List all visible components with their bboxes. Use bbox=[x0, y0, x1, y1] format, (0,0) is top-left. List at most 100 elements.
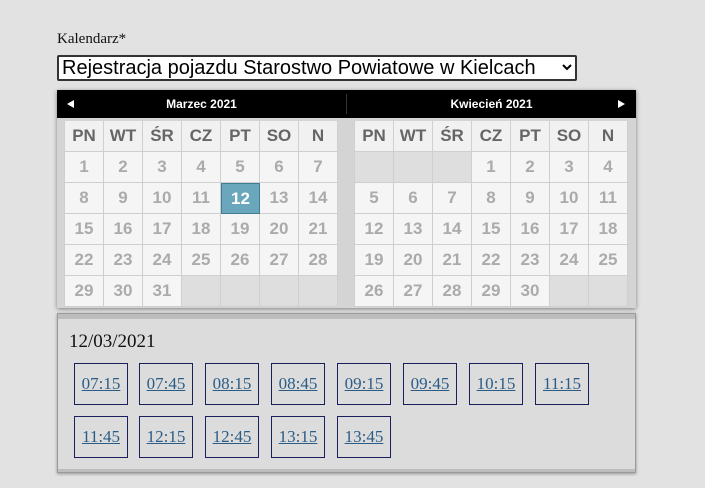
day-cell[interactable]: 5 bbox=[221, 152, 260, 183]
time-slot-button[interactable]: 12:45 bbox=[205, 416, 259, 458]
day-cell[interactable]: 3 bbox=[550, 152, 589, 183]
weekday-header: PN bbox=[355, 121, 394, 152]
day-cell[interactable]: 2 bbox=[511, 152, 550, 183]
day-cell[interactable]: 30 bbox=[104, 276, 143, 307]
datepicker: Marzec 2021 Kwiecień 2021 PN WT ŚR CZ PT SO N 1… bbox=[57, 90, 636, 308]
day-cell[interactable]: 14 bbox=[433, 214, 472, 245]
empty-day-cell bbox=[355, 152, 394, 183]
day-cell[interactable]: 17 bbox=[143, 214, 182, 245]
time-slots-panel: 12/03/2021 07:15 07:45 08:15 08:45 09:15 09:4… bbox=[57, 313, 636, 473]
day-cell[interactable]: 10 bbox=[143, 183, 182, 214]
day-cell[interactable]: 20 bbox=[260, 214, 299, 245]
day-cell[interactable]: 30 bbox=[511, 276, 550, 307]
empty-day-cell bbox=[221, 276, 260, 307]
day-cell[interactable]: 31 bbox=[143, 276, 182, 307]
weekday-header: ŚR bbox=[143, 121, 182, 152]
day-cell[interactable]: 2 bbox=[104, 152, 143, 183]
day-cell[interactable]: 12 bbox=[355, 214, 394, 245]
day-cell[interactable]: 8 bbox=[472, 183, 511, 214]
time-slot-button[interactable]: 08:45 bbox=[271, 363, 325, 405]
month-title-april: Kwiecień 2021 bbox=[450, 97, 533, 111]
weekday-header: WT bbox=[394, 121, 433, 152]
weekday-header: CZ bbox=[182, 121, 221, 152]
day-cell[interactable]: 6 bbox=[394, 183, 433, 214]
day-cell[interactable]: 25 bbox=[589, 245, 628, 276]
day-cell[interactable]: 5 bbox=[355, 183, 394, 214]
triangle-right-icon bbox=[618, 100, 625, 108]
day-cell[interactable]: 26 bbox=[221, 245, 260, 276]
time-slot-button[interactable]: 07:45 bbox=[139, 363, 193, 405]
next-month-button[interactable] bbox=[613, 90, 633, 118]
time-slot-button[interactable]: 08:15 bbox=[205, 363, 259, 405]
day-cell[interactable]: 13 bbox=[260, 183, 299, 214]
day-cell[interactable]: 19 bbox=[355, 245, 394, 276]
time-slot-button[interactable]: 11:15 bbox=[535, 363, 589, 405]
day-cell[interactable]: 29 bbox=[65, 276, 104, 307]
day-cell[interactable]: 9 bbox=[104, 183, 143, 214]
selected-day-cell[interactable]: 12 bbox=[221, 183, 260, 214]
time-slot-button[interactable]: 13:45 bbox=[337, 416, 391, 458]
day-cell[interactable]: 21 bbox=[299, 214, 338, 245]
day-cell[interactable]: 13 bbox=[394, 214, 433, 245]
day-cell[interactable]: 28 bbox=[299, 245, 338, 276]
empty-day-cell bbox=[589, 276, 628, 307]
day-cell[interactable]: 23 bbox=[104, 245, 143, 276]
day-cell[interactable]: 17 bbox=[550, 214, 589, 245]
empty-day-cell bbox=[260, 276, 299, 307]
day-cell[interactable]: 29 bbox=[472, 276, 511, 307]
month-grid-april: PN WT ŚR CZ PT SO N 1 2 3 4 5 6 7 8 9 10 11 12 13 14 15 16 17 18… bbox=[354, 121, 628, 307]
day-cell[interactable]: 22 bbox=[472, 245, 511, 276]
weekday-header: PT bbox=[221, 121, 260, 152]
day-cell[interactable]: 24 bbox=[143, 245, 182, 276]
day-cell[interactable]: 16 bbox=[511, 214, 550, 245]
day-cell[interactable]: 10 bbox=[550, 183, 589, 214]
day-cell[interactable]: 26 bbox=[355, 276, 394, 307]
day-cell[interactable]: 15 bbox=[65, 214, 104, 245]
time-slot-button[interactable]: 12:15 bbox=[139, 416, 193, 458]
day-cell[interactable]: 24 bbox=[550, 245, 589, 276]
day-cell[interactable]: 14 bbox=[299, 183, 338, 214]
day-cell[interactable]: 21 bbox=[433, 245, 472, 276]
day-cell[interactable]: 7 bbox=[299, 152, 338, 183]
weekday-header: PT bbox=[511, 121, 550, 152]
day-cell[interactable]: 25 bbox=[182, 245, 221, 276]
weekday-header: ŚR bbox=[433, 121, 472, 152]
day-cell[interactable]: 18 bbox=[182, 214, 221, 245]
day-cell[interactable]: 27 bbox=[260, 245, 299, 276]
time-slot-button[interactable]: 13:15 bbox=[271, 416, 325, 458]
day-cell[interactable]: 4 bbox=[182, 152, 221, 183]
day-cell[interactable]: 22 bbox=[65, 245, 104, 276]
day-cell[interactable]: 19 bbox=[221, 214, 260, 245]
time-slot-button[interactable]: 10:15 bbox=[469, 363, 523, 405]
weekday-header: SO bbox=[550, 121, 589, 152]
day-cell[interactable]: 23 bbox=[511, 245, 550, 276]
day-cell[interactable]: 28 bbox=[433, 276, 472, 307]
day-cell[interactable]: 11 bbox=[182, 183, 221, 214]
day-cell[interactable]: 8 bbox=[65, 183, 104, 214]
day-cell[interactable]: 20 bbox=[394, 245, 433, 276]
day-cell[interactable]: 15 bbox=[472, 214, 511, 245]
day-cell[interactable]: 3 bbox=[143, 152, 182, 183]
day-cell[interactable]: 11 bbox=[589, 183, 628, 214]
empty-day-cell bbox=[182, 276, 221, 307]
weekday-header: CZ bbox=[472, 121, 511, 152]
empty-day-cell bbox=[394, 152, 433, 183]
time-slot-button[interactable]: 11:45 bbox=[74, 416, 128, 458]
day-cell[interactable]: 27 bbox=[394, 276, 433, 307]
day-cell[interactable]: 7 bbox=[433, 183, 472, 214]
day-cell[interactable]: 9 bbox=[511, 183, 550, 214]
time-slot-button[interactable]: 07:15 bbox=[74, 363, 128, 405]
day-cell[interactable]: 16 bbox=[104, 214, 143, 245]
weekday-header: SO bbox=[260, 121, 299, 152]
empty-day-cell bbox=[550, 276, 589, 307]
day-cell[interactable]: 1 bbox=[472, 152, 511, 183]
selected-date: 12/03/2021 bbox=[69, 331, 156, 352]
panel-top-bar bbox=[58, 314, 635, 319]
day-cell[interactable]: 6 bbox=[260, 152, 299, 183]
calendar-select[interactable]: Rejestracja pojazdu Starostwo Powiatowe … bbox=[57, 55, 577, 81]
time-slot-button[interactable]: 09:45 bbox=[403, 363, 457, 405]
day-cell[interactable]: 18 bbox=[589, 214, 628, 245]
time-slot-button[interactable]: 09:15 bbox=[337, 363, 391, 405]
day-cell[interactable]: 4 bbox=[589, 152, 628, 183]
day-cell[interactable]: 1 bbox=[65, 152, 104, 183]
